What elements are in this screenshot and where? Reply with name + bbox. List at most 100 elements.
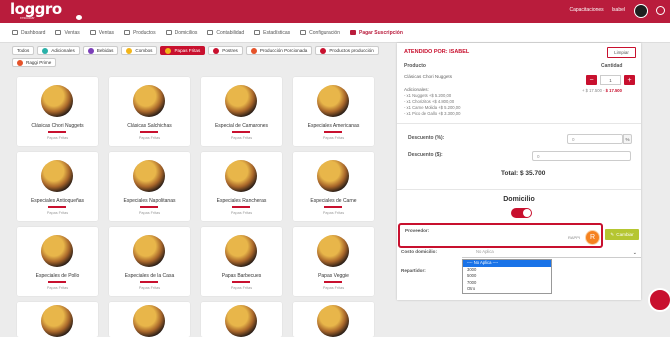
domicilio-toggle[interactable] bbox=[511, 208, 532, 218]
cart-floating-button[interactable] bbox=[648, 288, 670, 312]
category-chip[interactable]: Productos producción bbox=[315, 46, 379, 55]
nav-item-label: Domicilios bbox=[174, 29, 198, 36]
product-card[interactable]: Especiales de la Casa Papas Fritas bbox=[109, 227, 190, 296]
category-color-icon bbox=[250, 47, 257, 54]
product-card[interactable]: Especiales Antioqueñas Papas Fritas bbox=[17, 152, 98, 221]
category-chip[interactable]: Papas Fritas bbox=[160, 46, 206, 55]
decrease-quantity-button[interactable]: − bbox=[586, 75, 597, 85]
product-category: Papas Fritas bbox=[230, 136, 253, 140]
nav-item-3[interactable]: Productos bbox=[124, 30, 156, 36]
category-chip[interactable]: Postres bbox=[208, 46, 243, 55]
product-card[interactable]: Especiales Napolitanas Papas Fritas bbox=[109, 152, 190, 221]
discount-percent-input[interactable]: 0 bbox=[567, 134, 623, 144]
product-name: Clásicas Salchichas bbox=[127, 123, 172, 129]
product-card[interactable]: Clásicas Chori Nuggets Papas Fritas bbox=[17, 77, 98, 146]
nav-item-8[interactable]: Pagar Suscripción bbox=[350, 30, 403, 36]
adicionales-list: - x1 Nuggets +$ 5.200,00 - x1 Chorizitos… bbox=[404, 93, 460, 117]
increase-quantity-button[interactable]: + bbox=[624, 75, 635, 85]
category-chip-label: Todos bbox=[17, 48, 30, 53]
eye-icon[interactable] bbox=[76, 15, 82, 20]
category-chip-label: Producción Porcionada bbox=[259, 48, 308, 53]
product-image bbox=[133, 85, 165, 117]
user-name[interactable]: Isabel bbox=[612, 7, 625, 13]
category-color-icon bbox=[17, 59, 23, 66]
provider-avatar[interactable]: R bbox=[585, 230, 600, 245]
adicional-item: - x1 Pico de Gallo +$ 3.300,00 bbox=[404, 111, 461, 116]
nav-item-4[interactable]: Domicilios bbox=[165, 29, 198, 36]
nav-icon bbox=[55, 30, 62, 35]
category-color-icon bbox=[126, 47, 133, 54]
category-chip[interactable]: Raggi Prime bbox=[12, 58, 57, 67]
category-chip-label: Combos bbox=[135, 48, 153, 53]
change-provider-button[interactable]: ✎ Cambiar bbox=[605, 229, 639, 240]
nav-icon bbox=[12, 30, 18, 35]
product-card[interactable] bbox=[17, 302, 98, 337]
app-logo[interactable]: loggro bbox=[10, 2, 62, 17]
product-image bbox=[133, 305, 165, 337]
product-card[interactable] bbox=[109, 302, 190, 337]
pencil-icon: ✎ bbox=[610, 231, 615, 237]
product-category: Papas Fritas bbox=[230, 211, 253, 215]
product-category: Papas Fritas bbox=[46, 211, 69, 215]
product-image bbox=[317, 85, 349, 117]
product-card[interactable]: Especial de Camarones Papas Fritas bbox=[201, 77, 282, 146]
category-chip[interactable]: Producción Porcionada bbox=[245, 46, 313, 55]
capacitaciones-link[interactable]: Capacitaciones bbox=[569, 7, 603, 13]
product-card[interactable]: Papas Veggie Papas Fritas bbox=[293, 227, 374, 296]
delivery-cost-select[interactable]: No Aplica ⌄ bbox=[462, 249, 641, 258]
category-color-icon bbox=[165, 47, 172, 54]
product-category: Papas Fritas bbox=[138, 286, 161, 290]
nav-item-1[interactable]: Ventas bbox=[55, 30, 80, 36]
product-name: Especiales de Pollo bbox=[35, 273, 80, 279]
nav-icon bbox=[124, 30, 131, 35]
product-card[interactable] bbox=[293, 302, 374, 337]
product-card[interactable]: Papas Barbecues Papas Fritas bbox=[201, 227, 282, 296]
nav-item-label: Productos bbox=[133, 29, 156, 36]
quantity-input[interactable]: 1 bbox=[600, 75, 621, 85]
product-image bbox=[41, 235, 73, 267]
product-image bbox=[225, 160, 257, 192]
nav-item-0[interactable]: Dashboard bbox=[12, 30, 45, 36]
nav-item-7[interactable]: Configuración bbox=[300, 30, 340, 36]
product-image bbox=[317, 160, 349, 192]
line-total: $ 17.500 bbox=[605, 88, 622, 93]
category-chip-label: Raggi Prime bbox=[26, 60, 52, 65]
product-name: Especiales de Carne bbox=[310, 198, 357, 204]
chevron-down-icon: ⌄ bbox=[632, 250, 637, 256]
clear-button[interactable]: Limpiar bbox=[607, 47, 636, 58]
nav-icon bbox=[350, 30, 356, 35]
category-chip[interactable]: Todos bbox=[12, 46, 35, 55]
product-image bbox=[225, 235, 257, 267]
main-navigation: Dashboard Ventas Ventas Productos Domicilios… bbox=[0, 23, 670, 43]
delivery-cost-option[interactable]: Otro bbox=[463, 286, 551, 293]
product-image bbox=[225, 85, 257, 117]
percent-suffix: % bbox=[623, 134, 632, 144]
category-chip[interactable]: Adicionales bbox=[37, 46, 80, 55]
product-card[interactable]: Especiales de Carne Papas Fritas bbox=[293, 152, 374, 221]
nav-item-2[interactable]: Ventas bbox=[89, 30, 114, 36]
change-provider-label: Cambiar bbox=[616, 232, 634, 237]
adicionales-title: Adicionales: bbox=[404, 87, 429, 92]
product-card[interactable]: Especiales Rancheras Papas Fritas bbox=[201, 152, 282, 221]
category-chip[interactable]: Combos bbox=[121, 46, 158, 55]
product-card[interactable] bbox=[201, 302, 282, 337]
product-name: Especiales Antioqueñas bbox=[30, 198, 85, 204]
product-card[interactable]: Clásicas Salchichas Papas Fritas bbox=[109, 77, 190, 146]
product-card[interactable]: Especiales Americanas Papas Fritas bbox=[293, 77, 374, 146]
discount-amount-input[interactable]: 0 bbox=[532, 151, 631, 161]
category-chip[interactable]: Bebidas bbox=[82, 46, 119, 55]
nav-item-5[interactable]: Contabilidad bbox=[207, 30, 244, 36]
power-icon[interactable] bbox=[656, 6, 665, 15]
product-card[interactable]: Especiales de Pollo Papas Fritas bbox=[17, 227, 98, 296]
product-image bbox=[41, 85, 73, 117]
product-image bbox=[317, 305, 349, 337]
nav-icon bbox=[254, 30, 261, 35]
nav-item-6[interactable]: Estadísticas bbox=[254, 30, 290, 36]
user-avatar[interactable] bbox=[634, 4, 648, 18]
nav-item-label: Dashboard bbox=[21, 29, 46, 36]
product-category: Papas Fritas bbox=[322, 136, 345, 140]
discount-percent-label: Descuento (%): bbox=[408, 135, 445, 141]
category-color-icon bbox=[42, 47, 49, 54]
category-color-icon bbox=[320, 47, 327, 54]
product-name: Especiales Napolitanas bbox=[123, 198, 176, 204]
